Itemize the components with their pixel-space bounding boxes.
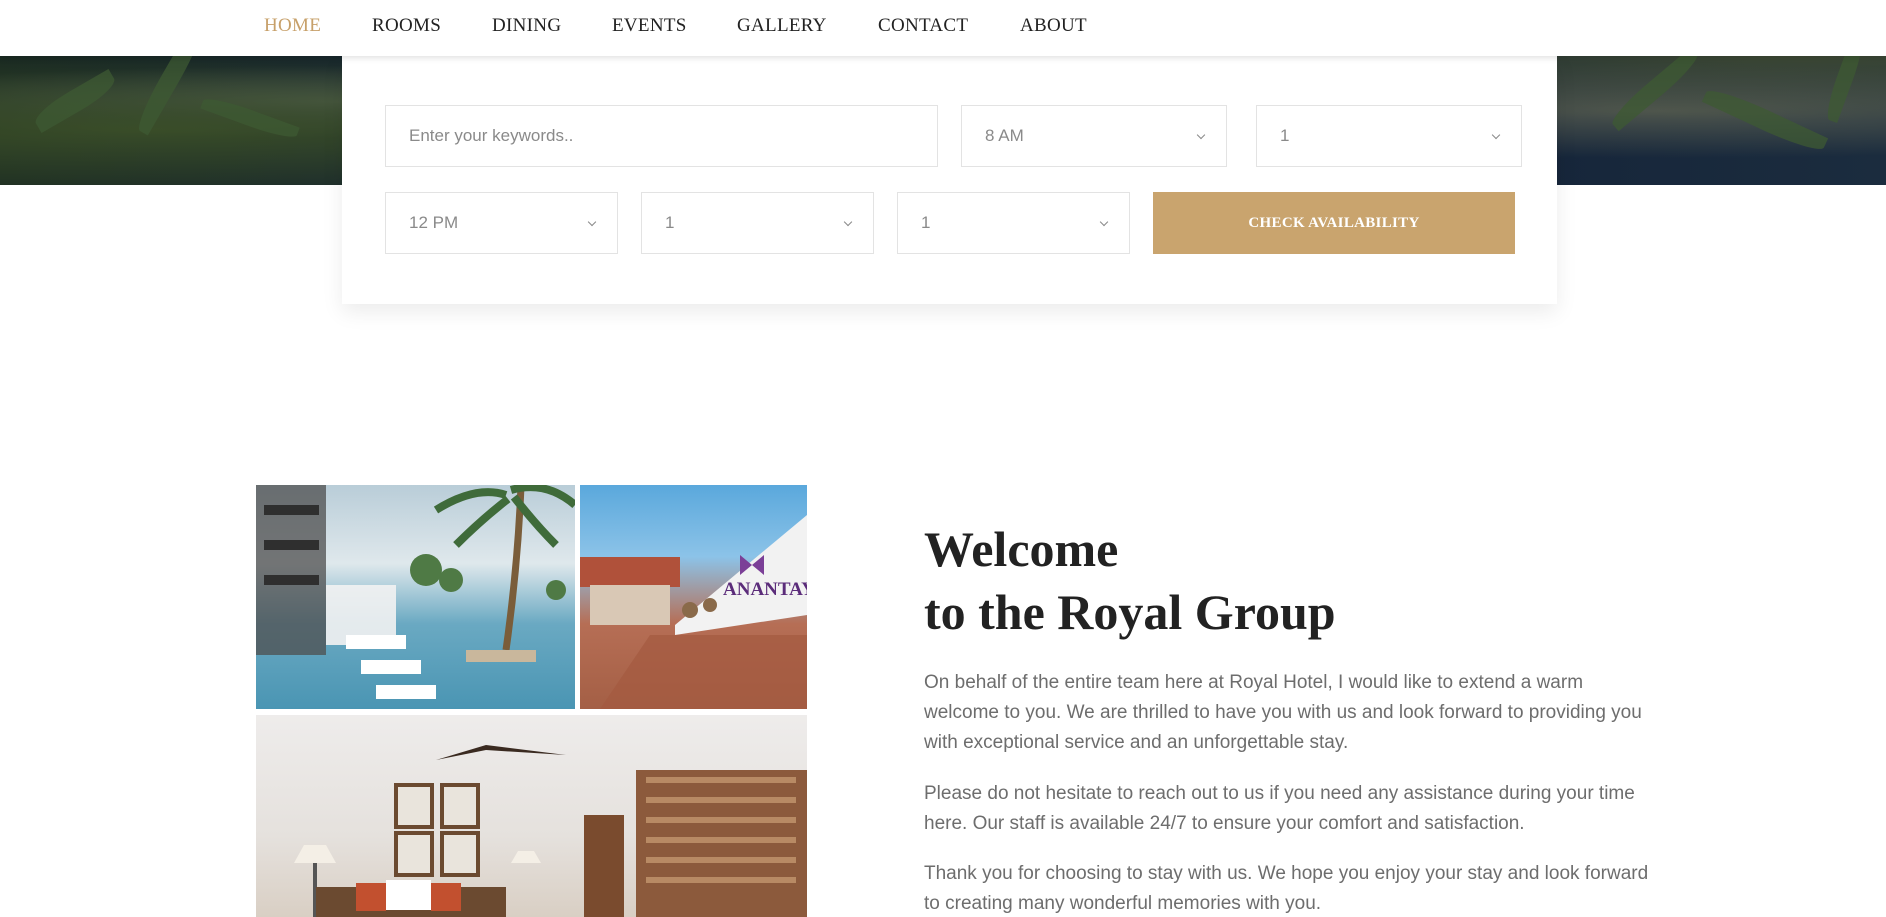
room-illustration <box>294 745 807 917</box>
check-in-time-select[interactable]: 8 AM <box>961 105 1227 167</box>
foliage-decoration <box>200 93 300 143</box>
foliage-decoration <box>30 68 120 134</box>
welcome-title: Welcome to the Royal Group <box>924 518 1336 644</box>
pool-photo <box>256 485 575 709</box>
nav-events[interactable]: EVENTS <box>612 15 687 37</box>
nav-about[interactable]: ABOUT <box>1020 15 1087 37</box>
foliage-decoration <box>1701 83 1829 157</box>
check-availability-button[interactable]: CHECK AVAILABILITY <box>1153 192 1515 254</box>
nav-home[interactable]: HOME <box>264 15 321 37</box>
rooms-select[interactable]: 1 <box>1256 105 1522 167</box>
nav-dining[interactable]: DINING <box>492 15 561 37</box>
children-select[interactable]: 1 <box>897 192 1130 254</box>
booking-form: Enter your keywords.. 8 AM 1 12 PM 1 1 C… <box>342 56 1557 304</box>
keywords-input[interactable]: Enter your keywords.. <box>385 105 938 167</box>
hotel-room-photo <box>256 715 807 917</box>
welcome-paragraph-2: Please do not hesitate to reach out to u… <box>924 783 1635 834</box>
entrance-illustration: ANANTAYA <box>580 515 807 709</box>
nav-contact[interactable]: CONTACT <box>878 15 968 37</box>
adults-select[interactable]: 1 <box>641 192 874 254</box>
nav-gallery[interactable]: GALLERY <box>737 15 827 37</box>
welcome-title-line2: to the Royal Group <box>924 584 1336 640</box>
anantaya-sign: ANANTAYA <box>723 579 807 600</box>
foliage-decoration <box>1607 46 1703 132</box>
nav-rooms[interactable]: ROOMS <box>372 15 441 37</box>
welcome-paragraph-1: On behalf of the entire team here at Roy… <box>924 672 1642 753</box>
main-navigation: HOME ROOMS DINING EVENTS GALLERY CONTACT… <box>0 0 1886 56</box>
welcome-paragraph-3: Thank you for choosing to stay with us. … <box>924 863 1649 914</box>
check-out-time-select[interactable]: 12 PM <box>385 192 618 254</box>
hotel-entrance-photo: ANANTAYA <box>580 485 807 709</box>
welcome-title-line1: Welcome <box>924 521 1119 577</box>
pool-illustration <box>256 485 575 699</box>
